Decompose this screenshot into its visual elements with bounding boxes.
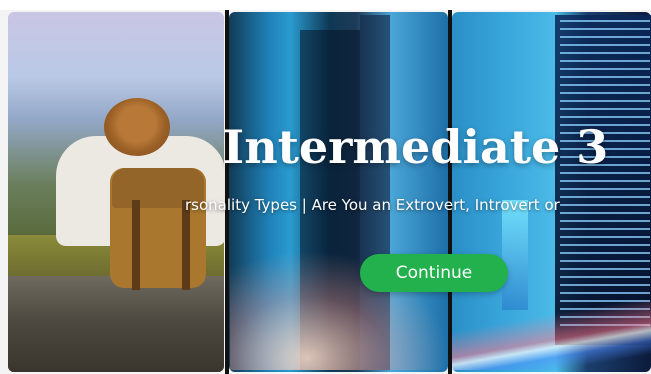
hero-stage: Intermediate 3 rsonality Types | Are You…	[0, 0, 651, 374]
panel-divider	[448, 10, 452, 374]
log-seat	[8, 276, 224, 372]
light-streaks	[452, 300, 651, 370]
subtitle-text: rsonality Types | Are You an Extrovert, …	[185, 196, 560, 214]
page-subtitle: rsonality Types | Are You an Extrovert, …	[0, 196, 651, 218]
continue-button[interactable]: Continue	[360, 254, 508, 292]
building-lights	[560, 20, 650, 330]
top-border	[0, 0, 651, 10]
page-title: Intermediate 3	[222, 120, 609, 174]
panel-divider	[225, 10, 229, 374]
